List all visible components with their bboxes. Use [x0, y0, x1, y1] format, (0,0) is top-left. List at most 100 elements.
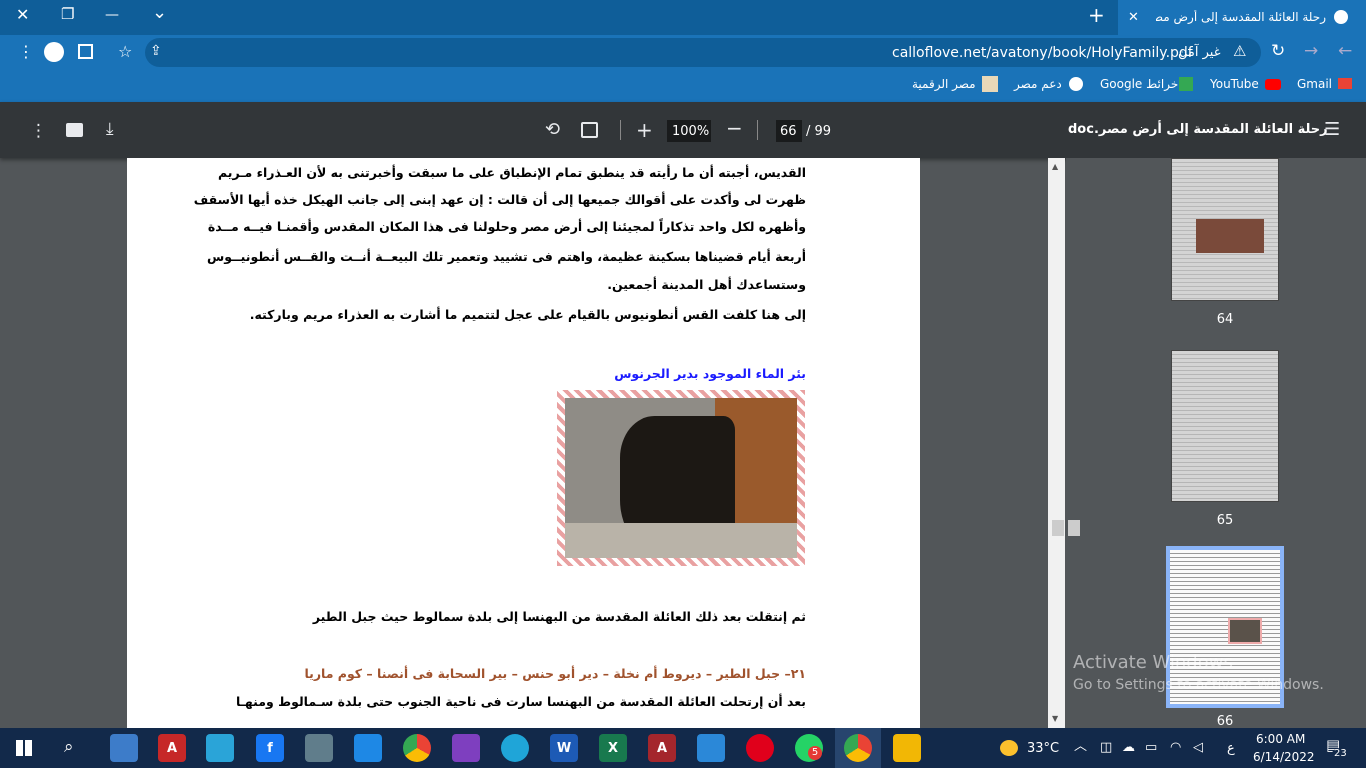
side-panel-icon[interactable]: [78, 44, 93, 59]
gmail-icon: [1338, 78, 1352, 89]
meet-now-icon[interactable]: ◫: [1100, 741, 1112, 754]
chevron-up-icon[interactable]: ︿: [1074, 740, 1087, 753]
bookmark-label: YouTube: [1210, 77, 1259, 91]
pdf-title: رحلة العائلة المقدسة إلى أرض مصر.doc: [1068, 122, 1328, 137]
app-icon-chrome-active[interactable]: [844, 734, 872, 762]
app-icon-sync[interactable]: [697, 734, 725, 762]
new-tab-button[interactable]: +: [1088, 5, 1105, 25]
whatsapp-badge: 5: [808, 746, 822, 760]
start-icon[interactable]: [16, 740, 32, 756]
taskbar: [0, 728, 1366, 768]
zoom-value: 100%: [672, 124, 710, 139]
scroll-up-icon[interactable]: ▲: [1052, 162, 1058, 171]
more-actions-icon[interactable]: ⋮: [30, 121, 47, 141]
onedrive-icon[interactable]: ☁: [1122, 741, 1135, 754]
bookmark-gmail[interactable]: Gmail: [1297, 77, 1332, 91]
bookmark-maps[interactable]: خرائط Google: [1100, 77, 1178, 91]
globe-icon: [1069, 77, 1083, 91]
bookmark-support-egypt[interactable]: دعم مصر: [1014, 77, 1062, 91]
sidebar-menu-icon[interactable]: ☰: [1324, 119, 1340, 140]
battery-icon[interactable]: ▭: [1145, 741, 1157, 754]
weather-icon[interactable]: [1000, 740, 1018, 756]
app-icon-facebook[interactable]: f: [256, 734, 284, 762]
minimize-window-button[interactable]: —: [105, 8, 119, 22]
back-icon[interactable]: ←: [1338, 43, 1352, 60]
wifi-icon[interactable]: ◠: [1170, 741, 1181, 754]
app-icon-excel[interactable]: X: [599, 734, 627, 762]
volume-icon[interactable]: ◁: [1193, 741, 1203, 754]
clock-date[interactable]: 6/14/2022: [1253, 750, 1315, 764]
bookmark-digital-egypt[interactable]: مصر الرقمية: [912, 77, 976, 91]
notification-count: 23: [1332, 748, 1349, 759]
well-photo: [557, 390, 805, 566]
app-icon-autocad[interactable]: A: [158, 734, 186, 762]
thumbnail-label-64: 64: [1216, 312, 1234, 327]
bookmark-star-icon[interactable]: ☆: [118, 44, 132, 60]
reload-icon[interactable]: ↻: [1271, 43, 1285, 60]
download-icon[interactable]: ⤓: [106, 119, 114, 139]
clock-time[interactable]: 6:00 AM: [1256, 732, 1305, 746]
split-handle[interactable]: [1052, 520, 1064, 536]
thumbnail-page-64[interactable]: [1171, 158, 1279, 301]
rotate-icon[interactable]: ⟲: [545, 119, 560, 140]
youtube-icon: [1265, 79, 1281, 90]
scrollbar[interactable]: [1048, 158, 1065, 728]
app-icon-word[interactable]: W: [550, 734, 578, 762]
app-icon-access[interactable]: A: [648, 734, 676, 762]
tab-title: رحلة العائلة المقدسة إلى أرض مصر: [1156, 10, 1326, 24]
well-photo-inner: [565, 398, 797, 558]
app-icon-file-explorer[interactable]: [893, 734, 921, 762]
weather-temp[interactable]: 33°C: [1027, 741, 1059, 756]
app-icon-visual-studio[interactable]: [452, 734, 480, 762]
text-line: وستساعدك أهل المدينة أجمعين.: [607, 277, 806, 292]
page-total: / 99: [806, 124, 832, 139]
globe-icon: [1334, 10, 1348, 24]
restore-window-button[interactable]: ❐: [61, 7, 74, 22]
text-line: أربعة أيام قضيناها بسكينة عظيمة، واهتم ف…: [207, 249, 806, 264]
paragraph-line: بعد أن إرتحلت العائلة المقدسة من البهنسا…: [235, 694, 806, 709]
app-icon-calculator[interactable]: [305, 734, 333, 762]
profile-icon[interactable]: [44, 42, 64, 62]
toolbar-divider: [620, 120, 621, 140]
print-icon[interactable]: [66, 123, 83, 137]
bookmark-youtube[interactable]: YouTube: [1210, 77, 1259, 91]
text-line: إلى هنا كلفت القس أنطونيوس بالقيام على ع…: [249, 307, 806, 322]
app-icon-people[interactable]: [110, 734, 138, 762]
zoom-in-icon[interactable]: +: [636, 118, 653, 142]
image-caption: بئر الماء الموجود بدير الجرنوس: [614, 366, 806, 381]
forward-icon[interactable]: →: [1304, 43, 1318, 60]
zoom-out-icon[interactable]: −: [726, 116, 743, 140]
bookmark-label: مصر الرقمية: [912, 77, 976, 91]
transition-text: ثم إنتقلت بعد ذلك العائلة المقدسة من الب…: [312, 609, 806, 624]
thumbnail-page-65[interactable]: [1171, 350, 1279, 502]
close-window-button[interactable]: ✕: [16, 7, 29, 23]
app-icon-calendar[interactable]: [354, 734, 382, 762]
search-icon[interactable]: ⌕: [64, 739, 74, 756]
tab-list-button[interactable]: ⌄: [152, 4, 167, 22]
app-icon-chrome[interactable]: [403, 734, 431, 762]
text-line: وأظهره لكل واحد تذكاراً لمجيئنا إلى أرض …: [207, 219, 806, 234]
maps-icon: [1179, 77, 1193, 91]
page-current: 66: [780, 124, 797, 139]
menu-dots-icon[interactable]: ⋮: [18, 44, 34, 60]
thumbnail-label-66: 66: [1216, 714, 1234, 729]
egypt-digital-icon: [982, 76, 998, 92]
share-icon[interactable]: ⇪: [150, 44, 162, 58]
text-line: ظهرت لى وأكدت على أقوالك جميعها إلى أن ق…: [193, 192, 806, 207]
warning-icon[interactable]: ⚠: [1233, 44, 1246, 59]
scroll-down-icon[interactable]: ▼: [1052, 714, 1058, 723]
app-icon-search-earth[interactable]: [206, 734, 234, 762]
text-line: القديس، أجبته أن ما رأيته قد ينطبق تمام …: [217, 165, 806, 180]
fit-page-icon[interactable]: [581, 122, 598, 138]
split-handle[interactable]: [1068, 520, 1080, 536]
app-icon-edge[interactable]: [501, 734, 529, 762]
app-icon-opera[interactable]: [746, 734, 774, 762]
activate-windows-title: Activate Windows: [1073, 652, 1233, 673]
toolbar-divider: [757, 120, 758, 140]
url-text[interactable]: calloflove.net/avatony/book/HolyFamily.p…: [892, 45, 1193, 61]
section-heading: ٢١– جبل الطير – ديروط أم نخلة – دير أبو …: [304, 666, 806, 681]
language-indicator[interactable]: ع: [1227, 741, 1235, 756]
tab-close-icon[interactable]: ✕: [1128, 11, 1139, 24]
security-label[interactable]: غير آمن: [1178, 45, 1221, 60]
tab-active[interactable]: ✕ رحلة العائلة المقدسة إلى أرض مصر: [1118, 0, 1366, 35]
